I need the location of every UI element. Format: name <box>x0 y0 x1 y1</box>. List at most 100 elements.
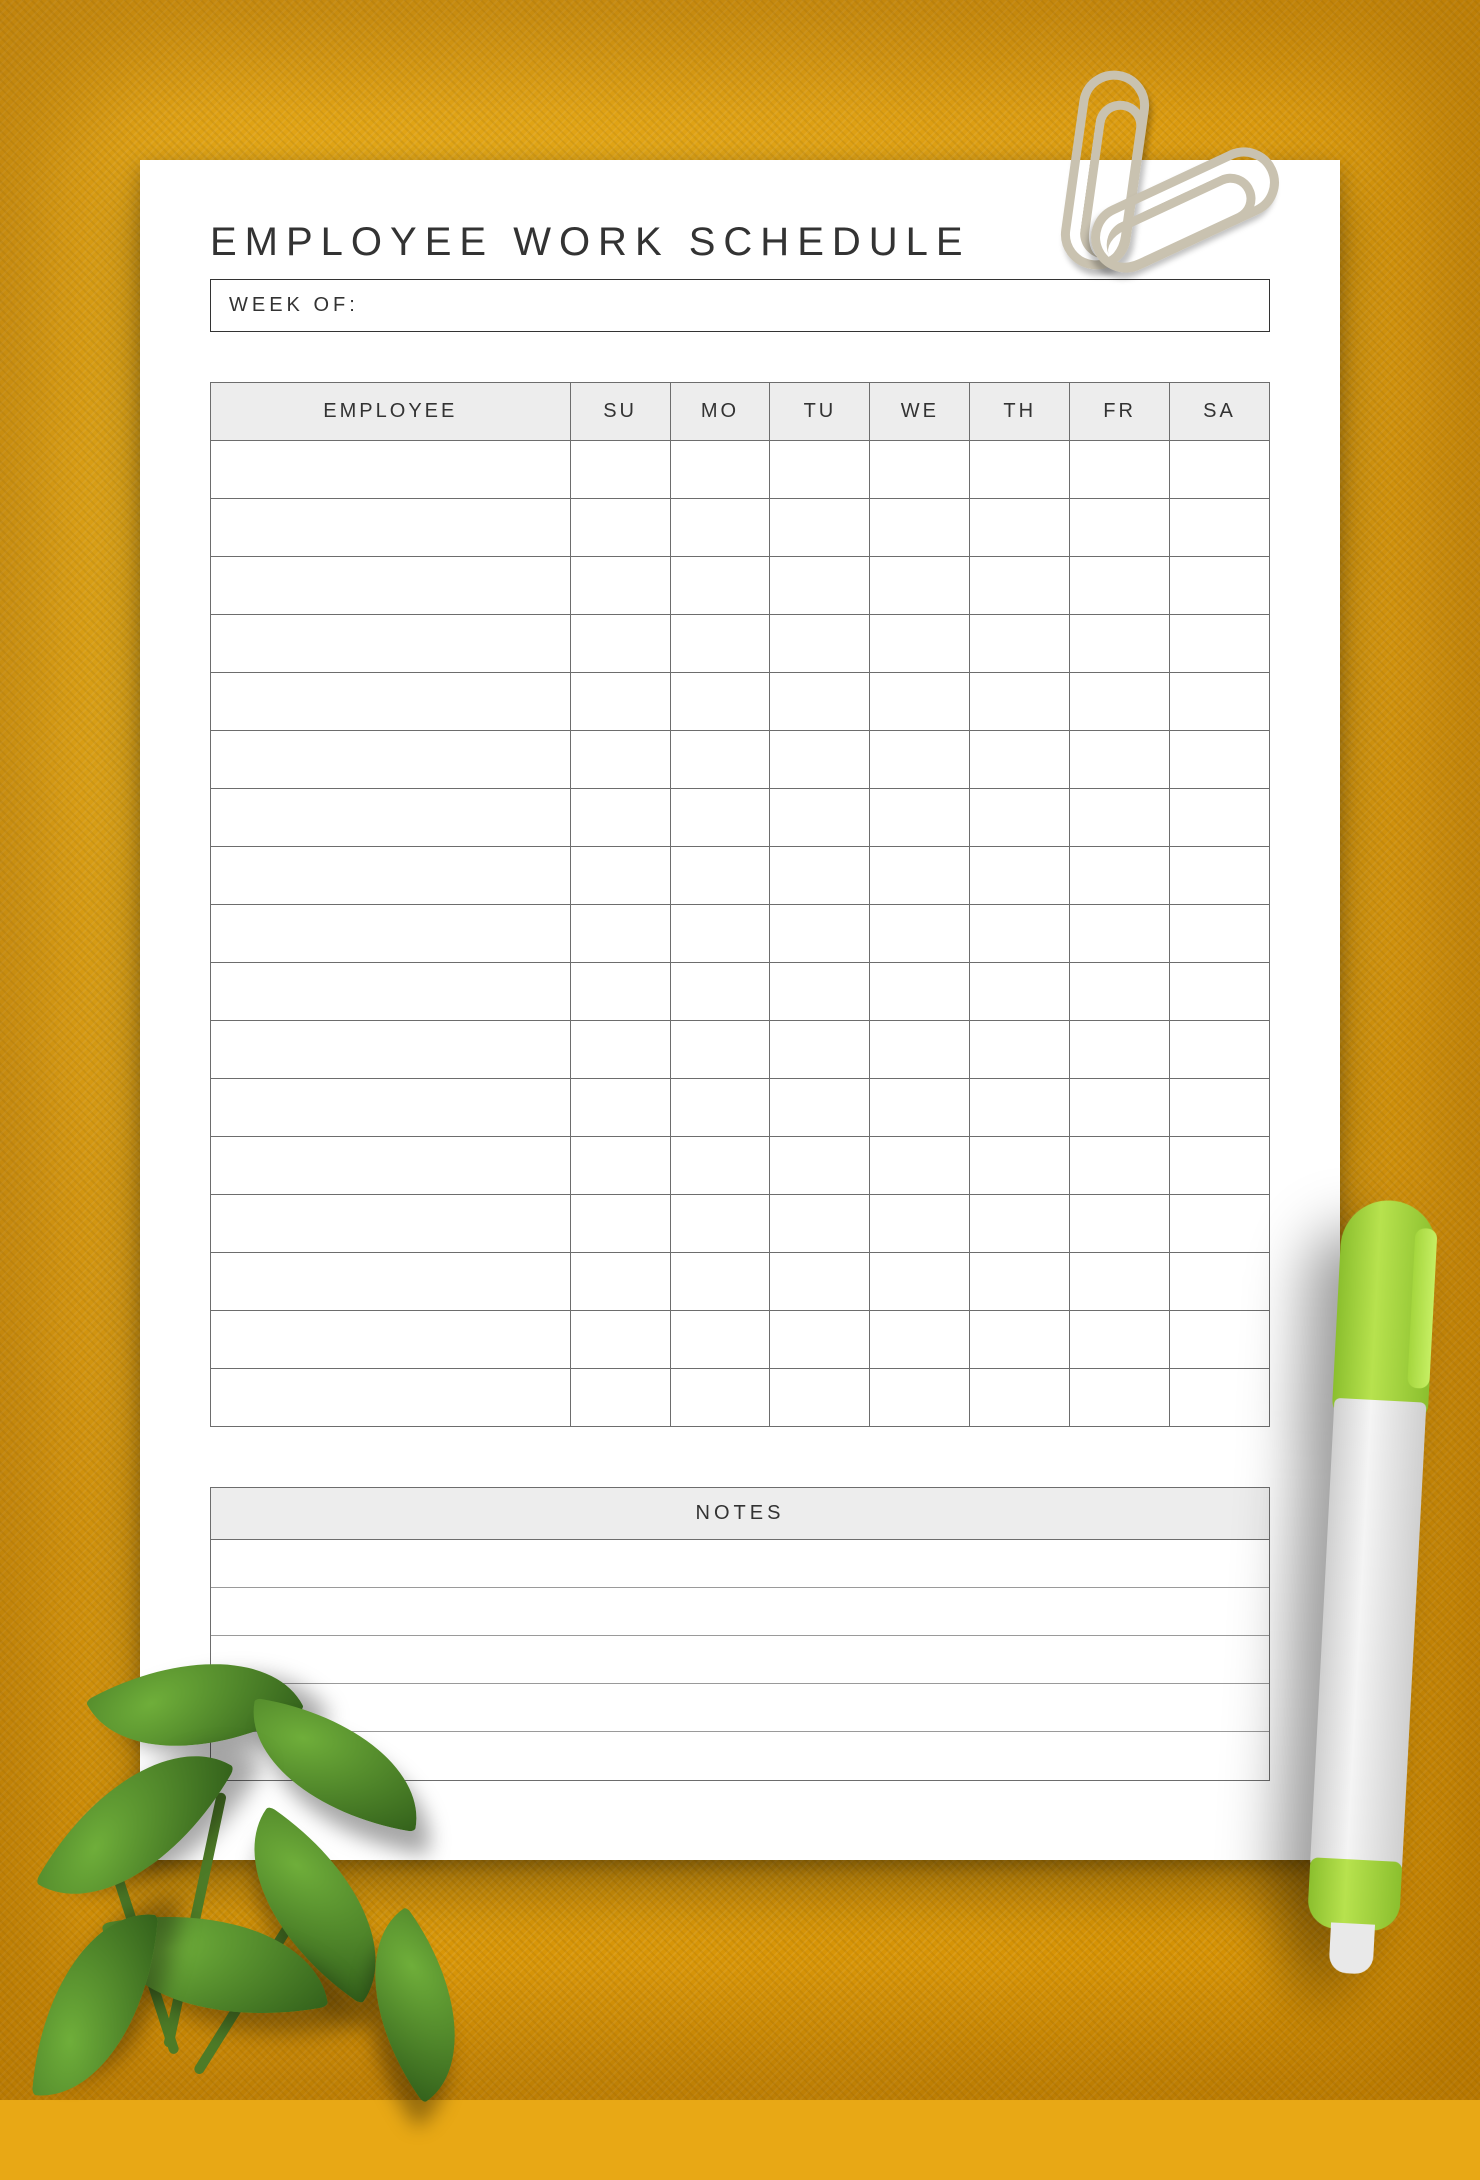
cell-day <box>1070 731 1170 789</box>
cell-day <box>1170 499 1270 557</box>
cell-day <box>1070 441 1170 499</box>
cell-day <box>770 1253 870 1311</box>
cell-day <box>770 615 870 673</box>
cell-day <box>770 789 870 847</box>
cell-day <box>770 673 870 731</box>
cell-day <box>1170 847 1270 905</box>
cell-employee <box>211 441 571 499</box>
cell-day <box>770 557 870 615</box>
cell-day <box>870 615 970 673</box>
cell-employee <box>211 789 571 847</box>
cell-day <box>770 1195 870 1253</box>
cell-day <box>670 1195 770 1253</box>
pen-tip <box>1328 1922 1375 1974</box>
cell-day <box>1070 673 1170 731</box>
cell-day <box>870 441 970 499</box>
table-row <box>211 1079 1270 1137</box>
cell-day <box>570 557 670 615</box>
cell-day <box>670 1079 770 1137</box>
table-row <box>211 1021 1270 1079</box>
cell-day <box>1070 499 1170 557</box>
cell-day <box>1170 1079 1270 1137</box>
cell-day <box>870 1079 970 1137</box>
col-day-su: SU <box>570 383 670 441</box>
cell-day <box>670 1253 770 1311</box>
cell-day <box>970 905 1070 963</box>
cell-day <box>670 789 770 847</box>
table-row <box>211 1311 1270 1369</box>
cell-day <box>970 847 1070 905</box>
col-day-we: WE <box>870 383 970 441</box>
col-day-tu: TU <box>770 383 870 441</box>
cell-day <box>570 789 670 847</box>
cell-day <box>870 789 970 847</box>
cell-day <box>670 847 770 905</box>
cell-day <box>1170 1137 1270 1195</box>
col-day-mo: MO <box>670 383 770 441</box>
cell-day <box>1170 1311 1270 1369</box>
cell-day <box>1070 1079 1170 1137</box>
cell-day <box>1070 1253 1170 1311</box>
cell-day <box>870 1369 970 1427</box>
cell-day <box>1170 789 1270 847</box>
cell-day <box>1170 441 1270 499</box>
cell-day <box>770 1311 870 1369</box>
cell-day <box>870 1021 970 1079</box>
cell-day <box>770 905 870 963</box>
cell-day <box>1070 905 1170 963</box>
leaf-icon <box>35 1710 235 1941</box>
pen-tip-ring <box>1307 1857 1403 1932</box>
cell-employee <box>211 499 571 557</box>
cell-day <box>570 1079 670 1137</box>
table-row <box>211 673 1270 731</box>
table-row <box>211 963 1270 1021</box>
cell-employee <box>211 905 571 963</box>
cell-day <box>1170 557 1270 615</box>
table-row <box>211 1195 1270 1253</box>
table-row <box>211 1137 1270 1195</box>
cell-day <box>870 673 970 731</box>
cell-day <box>1170 1369 1270 1427</box>
cell-day <box>970 963 1070 1021</box>
cell-day <box>970 1311 1070 1369</box>
cell-day <box>970 731 1070 789</box>
cell-day <box>970 441 1070 499</box>
cell-day <box>1170 615 1270 673</box>
cell-day <box>570 499 670 557</box>
cell-employee <box>211 673 571 731</box>
cell-employee <box>211 731 571 789</box>
cell-day <box>870 847 970 905</box>
cell-day <box>1070 847 1170 905</box>
cell-employee <box>211 557 571 615</box>
cell-day <box>570 673 670 731</box>
cell-day <box>870 1137 970 1195</box>
cell-day <box>770 499 870 557</box>
cell-day <box>1170 1021 1270 1079</box>
cell-day <box>670 905 770 963</box>
cell-employee <box>211 1079 571 1137</box>
cell-day <box>1170 731 1270 789</box>
cell-day <box>1170 905 1270 963</box>
cell-employee <box>211 1137 571 1195</box>
cell-day <box>870 1195 970 1253</box>
cell-day <box>870 557 970 615</box>
cell-employee <box>211 1253 571 1311</box>
cell-day <box>570 1369 670 1427</box>
cell-day <box>1170 1195 1270 1253</box>
cell-day <box>670 1311 770 1369</box>
cell-employee <box>211 1311 571 1369</box>
cell-day <box>1070 963 1170 1021</box>
cell-day <box>970 557 1070 615</box>
cell-day <box>770 1021 870 1079</box>
cell-day <box>870 499 970 557</box>
cell-day <box>970 789 1070 847</box>
cell-day <box>770 731 870 789</box>
table-header-row: EMPLOYEE SU MO TU WE TH FR SA <box>211 383 1270 441</box>
cell-day <box>570 731 670 789</box>
table-row <box>211 905 1270 963</box>
cell-day <box>1170 1253 1270 1311</box>
cell-day <box>770 1369 870 1427</box>
plant-decoration <box>0 1480 620 2180</box>
table-row <box>211 499 1270 557</box>
cell-day <box>970 615 1070 673</box>
